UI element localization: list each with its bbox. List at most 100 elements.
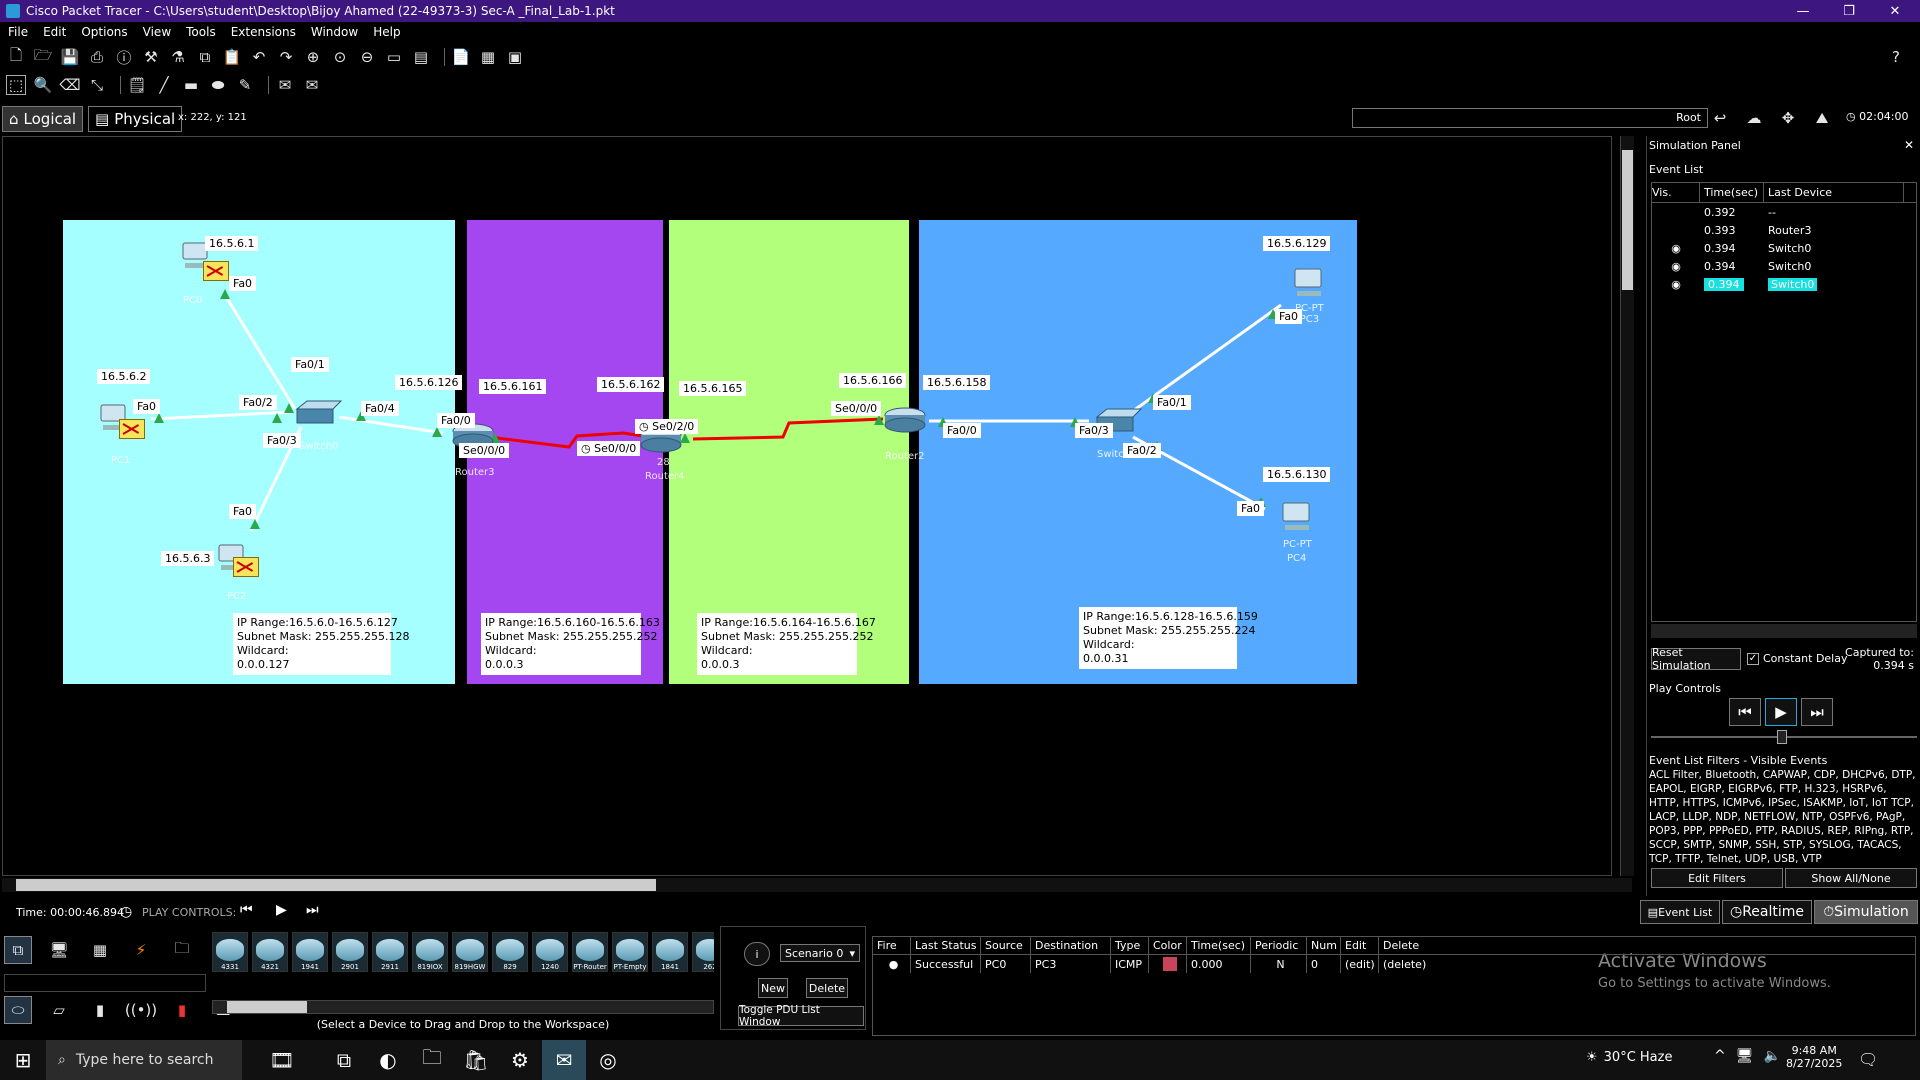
notification-icon[interactable]: 🗨 <box>1858 1050 1878 1069</box>
event-row[interactable]: ◉ 0.394 Switch0 <box>1652 257 1916 275</box>
pc4-icon[interactable] <box>1279 501 1315 533</box>
event-row-selected[interactable]: ◉ 0.394 Switch0 <box>1652 275 1916 293</box>
complex-pdu-icon[interactable]: ✉ <box>302 75 322 95</box>
new-file-icon[interactable]: 🗋 <box>6 46 26 67</box>
device-tile[interactable]: 1841 <box>652 932 688 972</box>
note-icon[interactable]: 🗒 <box>127 75 147 95</box>
volume-icon[interactable]: 🔈 <box>1764 1048 1781 1064</box>
screenshot-icon[interactable]: ▣ <box>505 47 525 67</box>
end-devices-icon[interactable]: 🖥 <box>45 936 73 964</box>
scroll-thumb[interactable] <box>1622 150 1633 290</box>
root-breadcrumb[interactable]: Root <box>1352 108 1708 128</box>
event-row[interactable]: ◉ 0.394 Switch0 <box>1652 239 1916 257</box>
scenario-info-icon[interactable]: i <box>744 942 770 966</box>
router2-icon[interactable] <box>883 407 927 433</box>
panel-close-icon[interactable]: ✕ <box>1904 138 1914 152</box>
hubs-icon[interactable]: ▮ <box>86 996 114 1024</box>
connections-icon[interactable]: ⚡ <box>127 936 155 964</box>
scroll-thumb[interactable] <box>227 1001 307 1013</box>
drawing-palette-icon[interactable]: ▭ <box>384 47 404 67</box>
event-list-table[interactable]: Vis. Time(sec) Last Device 0.392 -- 0.393… <box>1651 182 1917 622</box>
new-scenario-button[interactable]: New <box>758 978 788 998</box>
taskbar-clock[interactable]: 9:48 AM 8/27/2025 <box>1786 1044 1842 1070</box>
pdu-envelope-icon[interactable] <box>119 419 145 439</box>
network-devices-icon[interactable]: ⧉ <box>4 936 32 964</box>
select-icon[interactable]: ⬚ <box>6 75 26 95</box>
switch0-icon[interactable] <box>293 399 343 427</box>
scroll-thumb[interactable] <box>16 879 656 891</box>
windows-start-icon[interactable]: ⊞ <box>0 1040 46 1080</box>
scenario-select[interactable]: Scenario 0 ▾ <box>780 944 860 962</box>
logical-view-button[interactable]: ⌂ Logical <box>2 106 84 132</box>
pdu-envelope-icon[interactable] <box>233 557 259 577</box>
menu-tools[interactable]: Tools <box>186 25 216 39</box>
reset-simulation-button[interactable]: Reset Simulation <box>1651 646 1741 672</box>
copy-icon[interactable]: ⧉ <box>195 47 215 67</box>
realtime-button[interactable]: ◷ Realtime <box>1722 900 1812 924</box>
physical-view-button[interactable]: ▤ Physical <box>88 106 183 132</box>
menu-help[interactable]: Help <box>373 25 400 39</box>
task-view-icon[interactable]: ⧉ <box>322 1040 366 1080</box>
event-row[interactable]: 0.392 -- <box>1652 203 1916 221</box>
event-list-hscroll[interactable] <box>1651 624 1917 638</box>
chrome-icon[interactable]: ◎ <box>586 1040 630 1080</box>
pc3-icon[interactable] <box>1291 267 1327 299</box>
workspace-vertical-scrollbar[interactable] <box>1620 136 1634 876</box>
menu-options[interactable]: Options <box>81 25 127 39</box>
event-row[interactable]: 0.393 Router3 <box>1652 221 1916 239</box>
file-explorer-icon[interactable]: 🗀 <box>410 1040 454 1080</box>
device-list-scrollbar[interactable] <box>212 1000 714 1014</box>
store-icon[interactable]: 🛍 <box>454 1040 498 1080</box>
network-note-serial1[interactable]: IP Range:16.5.6.160-16.5.6.163 Subnet Mas… <box>481 613 660 675</box>
chevron-up-icon[interactable]: ^ <box>1714 1048 1726 1064</box>
print-icon[interactable]: ⎙ <box>87 47 107 67</box>
menu-view[interactable]: View <box>143 25 171 39</box>
weather-widget[interactable]: ☀ 30°C Haze <box>1586 1050 1672 1065</box>
save-icon[interactable]: 💾 <box>60 47 80 67</box>
constant-delay-checkbox[interactable]: ✓ Constant Delay <box>1747 652 1848 665</box>
security-icon[interactable]: ▮ <box>168 996 196 1024</box>
fire-icon[interactable]: ● <box>873 955 911 973</box>
custom-devices-icon[interactable]: ▤ <box>411 47 431 67</box>
news-widget-icon[interactable]: 🎞 <box>242 1040 322 1080</box>
undo-icon[interactable]: ↶ <box>249 47 269 67</box>
device-tile[interactable]: 2901 <box>332 932 368 972</box>
device-tile[interactable]: 1941 <box>292 932 328 972</box>
forward-step-icon[interactable]: ⏭ <box>306 902 319 918</box>
switches-icon[interactable]: ▱ <box>45 996 73 1024</box>
back-icon[interactable]: ↩ <box>1710 108 1730 128</box>
app-icon[interactable]: ⚙ <box>498 1040 542 1080</box>
cluster-icon[interactable]: ☁ <box>1744 108 1764 128</box>
network-icon[interactable]: 🖥 <box>1736 1048 1754 1064</box>
zoom-out-icon[interactable]: ⊖ <box>357 47 377 67</box>
taskbar-search[interactable]: ⌕ Type here to search <box>46 1040 242 1080</box>
open-file-icon[interactable]: 🗁 <box>33 46 53 67</box>
redo-icon[interactable]: ↷ <box>276 47 296 67</box>
device-tile[interactable]: 1240 <box>532 932 568 972</box>
play-button[interactable]: ▶ <box>1765 698 1797 726</box>
network-note-serial2[interactable]: IP Range:16.5.6.164-16.5.6.167 Subnet Mas… <box>697 613 876 675</box>
network-note-lan1[interactable]: IP Range:16.5.6.0-16.5.6.127 Subnet Mask:… <box>233 613 410 675</box>
restore-button[interactable]: ❐ <box>1826 0 1872 22</box>
draw-line-icon[interactable]: ╱ <box>154 75 174 95</box>
pdu-delete-link[interactable]: (delete) <box>1379 955 1439 973</box>
play-icon[interactable]: ▶ <box>276 902 287 918</box>
speed-slider-handle[interactable] <box>1777 730 1787 744</box>
zoom-reset-icon[interactable]: ⊙ <box>330 47 350 67</box>
simulation-button[interactable]: ⏱ Simulation <box>1814 900 1918 924</box>
menu-window[interactable]: Window <box>311 25 358 39</box>
close-button[interactable]: ✕ <box>1872 0 1918 22</box>
menu-edit[interactable]: Edit <box>43 25 66 39</box>
device-tile[interactable]: PT-Router <box>572 932 608 972</box>
device-tile[interactable]: PT-Empty <box>612 932 648 972</box>
network-wizard-icon[interactable]: ⚒ <box>141 47 161 67</box>
paste-icon[interactable]: 📋 <box>222 47 242 67</box>
components-icon[interactable]: ▦ <box>86 936 114 964</box>
draw-ellipse-icon[interactable]: ⬬ <box>208 75 228 95</box>
minimize-button[interactable]: — <box>1780 0 1826 22</box>
inspect-icon[interactable]: 🔍 <box>33 75 53 95</box>
device-tile[interactable]: 819IOX <box>412 932 448 972</box>
info-icon[interactable]: ⓘ <box>114 47 134 67</box>
step-back-button[interactable]: ⏮ <box>1729 698 1761 726</box>
delete-icon[interactable]: ⌫ <box>59 75 80 95</box>
